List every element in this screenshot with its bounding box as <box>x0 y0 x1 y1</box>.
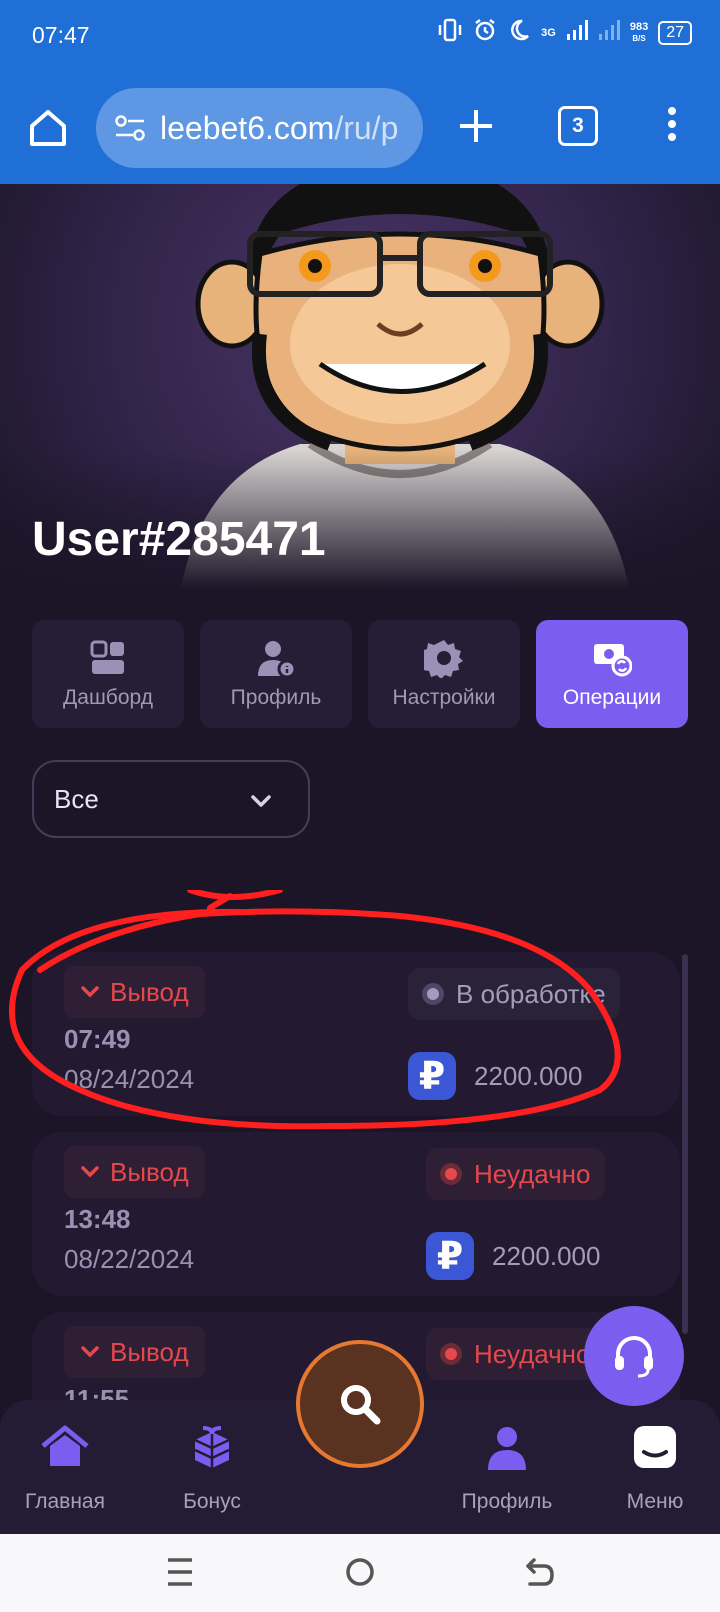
tab-profile-label: Профиль <box>230 686 322 709</box>
status-dot-icon <box>422 983 444 1005</box>
chat-menu-icon <box>634 1426 676 1468</box>
tab-operations-label: Операции <box>562 686 662 709</box>
search-button[interactable] <box>296 1340 424 1468</box>
profile-tabs: Дашборд Профиль Настройки Операции <box>32 620 688 728</box>
transaction-amount: ₽ 2200.000 <box>426 1232 600 1280</box>
signal-2-icon <box>598 20 620 46</box>
chevron-down-icon <box>251 795 271 807</box>
url-domain: leebet6.com <box>160 110 335 146</box>
address-bar[interactable]: leebet6.com/ru/p <box>96 88 423 168</box>
gear-icon <box>424 640 463 678</box>
clock: 07:47 <box>32 22 90 48</box>
transaction-amount: ₽ 2200.000 <box>408 1052 582 1100</box>
new-tab-icon[interactable] <box>456 106 496 146</box>
select-value: Все <box>54 784 99 814</box>
amount-value: 2200.000 <box>492 1240 601 1271</box>
status-text: В обработке <box>456 978 606 1009</box>
headset-icon <box>615 1336 653 1378</box>
transaction-type-badge: Вывод <box>64 966 205 1018</box>
alarm-icon <box>473 18 497 48</box>
tab-dashboard-label: Дашборд <box>63 686 153 709</box>
transaction-time: 07:49 <box>64 1024 131 1054</box>
status-text: Неудачно <box>474 1338 591 1369</box>
status-text: Неудачно <box>474 1158 591 1189</box>
nav-menu[interactable]: Меню <box>585 1400 720 1534</box>
browser-toolbar: leebet6.com/ru/p 3 <box>0 76 720 184</box>
network-type: 3G <box>541 26 556 39</box>
status-bar: 07:47 3G 983 B/S 27 <box>0 0 720 76</box>
tab-settings[interactable]: Настройки <box>368 620 520 728</box>
transaction-type: Вывод <box>110 976 189 1007</box>
home-icon <box>41 1425 89 1466</box>
money-exchange-icon <box>594 644 632 677</box>
transaction-type: Вывод <box>110 1156 189 1187</box>
status-badge: В обработке <box>408 968 620 1020</box>
user-info-icon <box>258 641 296 678</box>
username-heading: User#285471 <box>32 513 326 566</box>
url-text: leebet6.com/ru/p <box>160 110 398 147</box>
search-icon <box>341 1385 381 1425</box>
nav-profile-label: Профиль <box>461 1490 553 1513</box>
transaction-type: Вывод <box>110 1336 189 1367</box>
transaction-date: 08/22/2024 <box>64 1244 195 1274</box>
status-badge: Неудачно <box>426 1328 605 1380</box>
transaction-date: 08/24/2024 <box>64 1064 195 1094</box>
gift-icon <box>194 1426 230 1468</box>
support-chat-button[interactable] <box>584 1306 684 1406</box>
tab-operations[interactable]: Операции <box>536 620 688 728</box>
url-path: /ru/p <box>334 110 399 146</box>
vibrate-icon <box>437 18 463 48</box>
status-dot-icon <box>440 1163 462 1185</box>
site-settings-icon[interactable] <box>114 114 146 142</box>
home-icon[interactable] <box>26 106 70 150</box>
ruble-icon: ₽ <box>426 1232 474 1280</box>
status-icons: 3G 983 B/S 27 <box>437 18 692 48</box>
status-badge: Неудачно <box>426 1148 605 1200</box>
status-dot-icon <box>440 1343 462 1365</box>
tab-settings-label: Настройки <box>392 686 496 709</box>
tab-switcher-button[interactable]: 3 <box>558 106 598 146</box>
battery-indicator: 27 <box>658 21 692 45</box>
chevron-down-icon <box>81 1346 99 1358</box>
ruble-icon: ₽ <box>408 1052 456 1100</box>
recent-apps-icon[interactable] <box>160 1554 200 1590</box>
nav-menu-label: Меню <box>626 1490 684 1513</box>
chevron-down-icon <box>81 1166 99 1178</box>
nav-home-label: Главная <box>25 1490 105 1513</box>
net-speed: 983 B/S <box>630 22 648 44</box>
back-icon[interactable] <box>520 1554 560 1590</box>
list-scrollbar[interactable] <box>682 954 688 1334</box>
dashboard-icon <box>90 640 124 674</box>
nav-bonus[interactable]: Бонус <box>142 1400 282 1534</box>
transaction-row[interactable]: Вывод 13:48 08/22/2024 Неудачно ₽ 2200.0… <box>32 1132 680 1296</box>
transaction-row[interactable]: Вывод 07:49 08/24/2024 В обработке ₽ 220… <box>32 952 680 1116</box>
user-icon <box>488 1427 526 1470</box>
transaction-type-badge: Вывод <box>64 1146 205 1198</box>
signal-icon <box>566 20 588 46</box>
chevron-down-icon <box>81 986 99 998</box>
nav-home[interactable]: Главная <box>0 1400 135 1534</box>
nav-bonus-label: Бонус <box>183 1490 241 1513</box>
net-speed-value: 983 <box>629 21 649 33</box>
moon-icon <box>507 18 531 48</box>
tab-profile[interactable]: Профиль <box>200 620 352 728</box>
operation-type-select[interactable]: Все <box>32 760 310 838</box>
system-navigation-bar <box>0 1534 720 1612</box>
more-options-icon[interactable] <box>660 104 684 148</box>
amount-value: 2200.000 <box>474 1060 583 1091</box>
home-circle-icon[interactable] <box>340 1554 380 1590</box>
tab-dashboard[interactable]: Дашборд <box>32 620 184 728</box>
net-speed-unit: B/S <box>632 34 646 43</box>
transaction-type-badge: Вывод <box>64 1326 205 1378</box>
transaction-time: 13:48 <box>64 1204 131 1234</box>
nav-profile[interactable]: Профиль <box>437 1400 577 1534</box>
